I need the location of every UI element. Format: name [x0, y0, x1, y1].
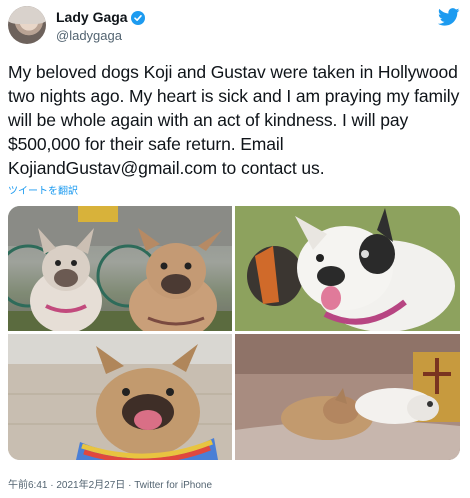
meta-separator: ·: [125, 480, 135, 491]
avatar[interactable]: [8, 6, 46, 44]
display-name[interactable]: Lady Gaga: [56, 9, 128, 26]
verified-badge-icon: [130, 10, 145, 25]
photo-4[interactable]: [235, 334, 460, 460]
tweet-date[interactable]: 2021年2月27日: [56, 476, 125, 491]
translate-tweet-link[interactable]: ツイートを翻訳: [8, 182, 78, 197]
user-names: Lady Gaga @ladygaga: [56, 9, 145, 44]
photo-2[interactable]: [235, 206, 460, 331]
twitter-bird-icon[interactable]: [438, 8, 460, 26]
tweet-header: Lady Gaga @ladygaga: [8, 6, 462, 46]
photo-3[interactable]: [8, 334, 232, 460]
tweet-text: My beloved dogs Koji and Gustav were tak…: [8, 62, 460, 178]
meta-separator: ·: [47, 480, 57, 491]
media-grid: [8, 206, 460, 460]
tweet-source[interactable]: Twitter for iPhone: [134, 480, 212, 491]
tweet-meta: 午前6:41 · 2021年2月27日 · Twitter for iPhone: [8, 476, 212, 491]
tweet-time[interactable]: 午前6:41: [8, 476, 47, 491]
tweet-card: Lady Gaga @ladygaga My beloved dogs Koji…: [0, 0, 470, 498]
photo-1[interactable]: [8, 206, 232, 331]
user-handle[interactable]: @ladygaga: [56, 27, 145, 44]
